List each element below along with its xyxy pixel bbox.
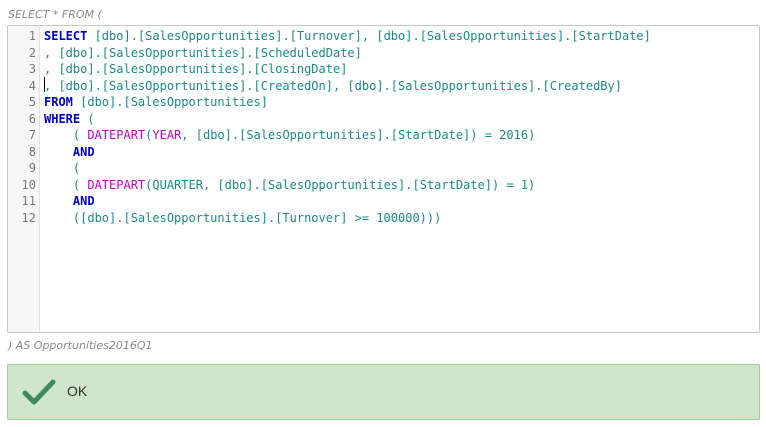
line-number: 5 [28,95,36,109]
line-number: 3 [28,62,36,76]
query-prefix-label: SELECT * FROM ( [8,8,102,21]
query-suffix-label: ) AS Opportunities2016Q1 [8,339,153,352]
ok-button-label: OK [67,383,88,399]
line-number: 6 [28,111,36,126]
code-line[interactable]: ( DATEPART(QUARTER, [dbo].[SalesOpportun… [44,177,535,194]
line-number: 8 [28,144,36,159]
code-token-keyword: AND [72,144,95,159]
code-token-ident: , [dbo].[SalesOpportunities].[ClosingDat… [44,62,348,76]
code-line[interactable]: SELECT [dbo].[SalesOpportunities].[Turno… [44,28,651,45]
code-token-function: DATEPART [87,177,146,192]
line-number: 12 [21,210,36,225]
ok-button[interactable]: OK [7,364,760,420]
code-line[interactable]: FROM [dbo].[SalesOpportunities] [44,94,268,111]
code-token-ident [44,194,73,208]
line-number: 1 [28,29,36,43]
checkmark-icon [22,379,56,405]
code-token-keyword: WHERE [44,111,81,126]
code-line[interactable]: AND [44,193,95,210]
line-number: 4 [28,78,36,93]
code-line[interactable]: ( [44,160,80,177]
code-token-ident [44,145,73,159]
line-number: 2 [28,45,36,60]
sql-editor[interactable]: 1 2 3 4 5 6 7 8 9 10 11 12 SELECT [dbo].[SalesOppor… [7,25,760,333]
code-line[interactable]: ( DATEPART(YEAR, [dbo].[SalesOpportuniti… [44,127,535,144]
code-token-ident: , [dbo].[SalesOpportunities].[StartDate]… [181,128,536,142]
code-area[interactable]: SELECT [dbo].[SalesOpportunities].[Turno… [44,26,759,332]
line-number: 9 [28,161,36,175]
code-token-ident: , [dbo].[SalesOpportunities].[ScheduledD… [44,45,362,60]
code-token-ident: ( [44,161,81,175]
code-line[interactable]: ([dbo].[SalesOpportunities].[Turnover] >… [44,210,441,227]
code-token-ident: [dbo].[SalesOpportunities].[Turnover], [… [87,29,651,43]
code-token-ident: (QUARTER, [dbo].[SalesOpportunities].[St… [145,177,536,192]
code-line[interactable]: , [dbo].[SalesOpportunities].[ScheduledD… [44,45,362,62]
code-token-keyword: SELECT [44,29,88,43]
line-number-gutter: 1 2 3 4 5 6 7 8 9 10 11 12 [8,26,40,332]
line-number: 11 [21,194,36,208]
code-line[interactable]: WHERE ( [44,111,95,128]
code-token-ident: ( [80,111,95,126]
code-token-keyword: FROM [44,95,73,109]
code-line[interactable]: AND [44,144,95,161]
code-token-ident: [dbo].[SalesOpportunities] [72,95,268,109]
code-token-function: YEAR [152,128,182,142]
text-caret [44,77,45,92]
code-token-function: DATEPART [87,128,146,142]
code-token-ident: ( [44,128,88,142]
code-token-keyword: AND [72,194,95,208]
line-number: 10 [21,177,36,192]
code-token-ident: ( [44,177,88,192]
code-line[interactable]: , [dbo].[SalesOpportunities].[CreatedOn]… [44,78,622,95]
code-line[interactable]: , [dbo].[SalesOpportunities].[ClosingDat… [44,61,347,78]
code-token-ident: ([dbo].[SalesOpportunities].[Turnover] >… [44,210,442,225]
line-number: 7 [28,128,36,142]
code-token-ident: , [dbo].[SalesOpportunities].[CreatedOn]… [44,78,622,93]
